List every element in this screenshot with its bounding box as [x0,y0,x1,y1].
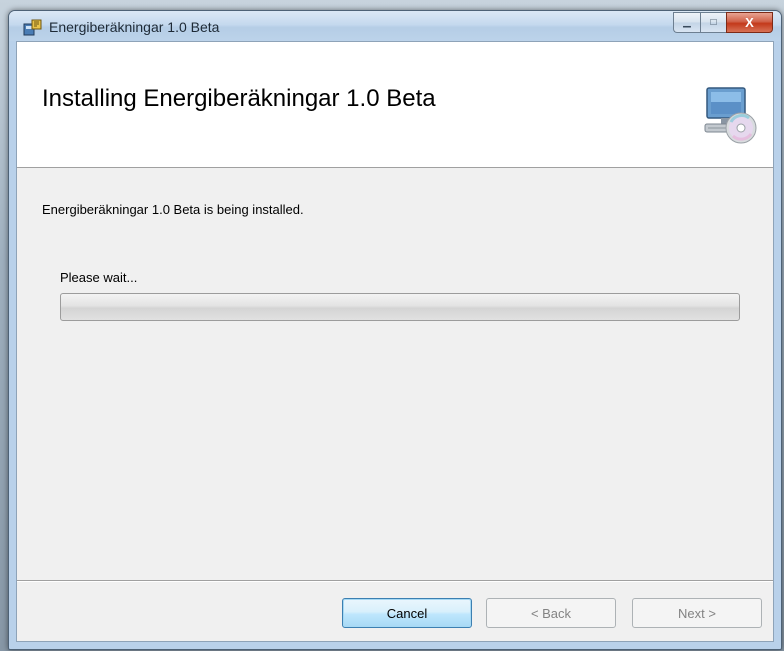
installer-app-icon [23,19,42,36]
installer-window: Energiberäkningar 1.0 Beta ▁ □ X Install… [8,10,782,650]
footer-divider [17,580,773,582]
page-title: Installing Energiberäkningar 1.0 Beta [42,85,436,112]
back-button[interactable]: < Back [486,598,616,628]
next-button[interactable]: Next > [632,598,762,628]
maximize-button[interactable]: □ [700,12,726,33]
title-bar[interactable]: Energiberäkningar 1.0 Beta ▁ □ X [9,11,781,41]
please-wait-label: Please wait... [60,270,138,285]
window-title: Energiberäkningar 1.0 Beta [49,19,220,35]
cancel-button[interactable]: Cancel [342,598,472,628]
close-button[interactable]: X [726,12,773,33]
caption-buttons: ▁ □ X [673,12,773,33]
minimize-icon: ▁ [683,17,691,28]
computer-disc-icon [704,87,757,144]
install-status-text: Energiberäkningar 1.0 Beta is being inst… [42,202,304,217]
close-icon: X [745,15,754,30]
minimize-button[interactable]: ▁ [673,12,700,33]
dialog-client-area: Installing Energiberäkningar 1.0 Beta En… [16,41,774,642]
maximize-icon: □ [710,17,717,28]
dialog-header: Installing Energiberäkningar 1.0 Beta [17,42,773,168]
install-progress-bar [60,293,740,321]
